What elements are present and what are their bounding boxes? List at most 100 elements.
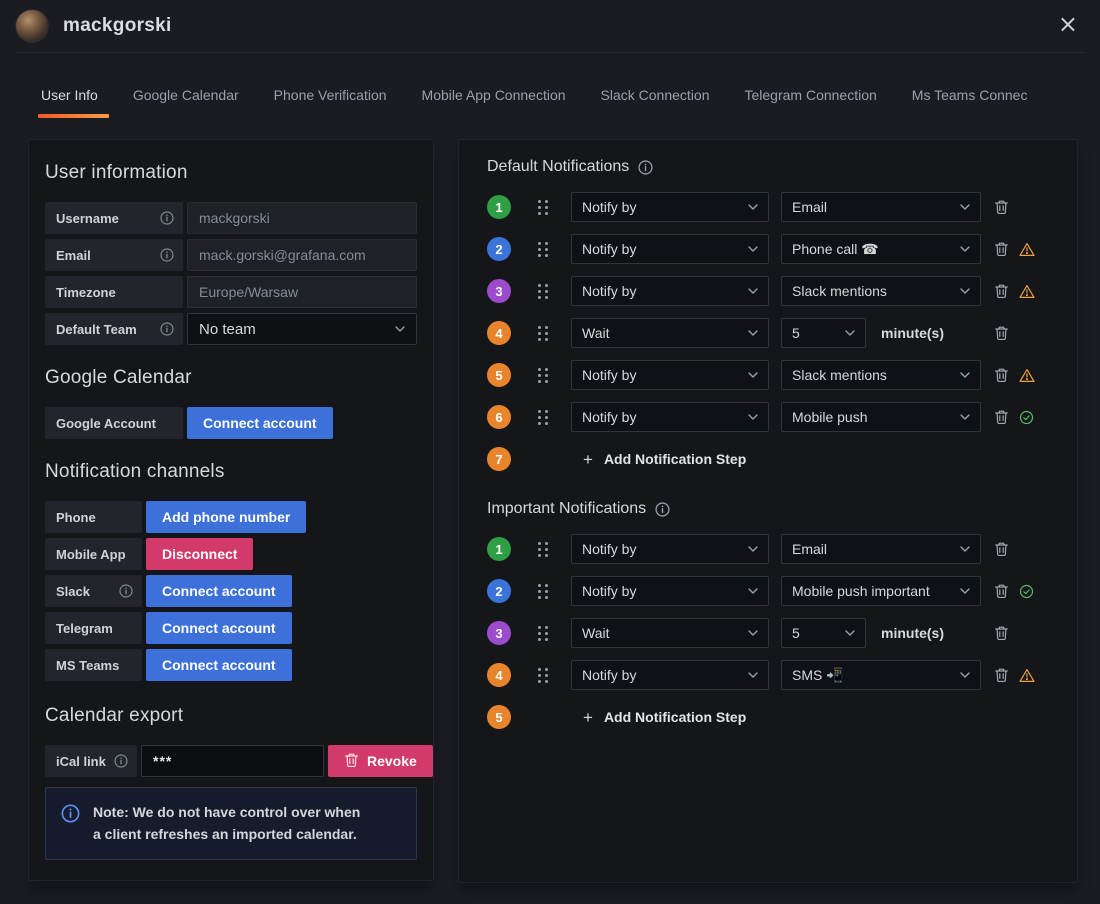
delete-step-icon[interactable] (994, 583, 1009, 599)
step-type-select[interactable]: Notify by (571, 576, 769, 606)
notification-step-row: 3 Notify by Slack mentions (487, 276, 1057, 306)
tab-user-info[interactable]: User Info (38, 85, 109, 118)
step-type-select[interactable]: Notify by (571, 234, 769, 264)
step-type-select[interactable]: Notify by (571, 660, 769, 690)
notify-channel-select[interactable]: Email (781, 534, 981, 564)
notify-channel-select[interactable]: Slack mentions (781, 360, 981, 390)
disconnect-button[interactable]: Disconnect (146, 538, 254, 570)
important-notifications-steps: 1 Notify by Email 2 Notify by Mobile push imp… (487, 534, 1057, 732)
channel-label: Mobile App (45, 538, 142, 570)
step-number-badge: 4 (487, 663, 511, 687)
drag-handle[interactable] (536, 325, 549, 341)
connect-account-button[interactable]: Connect account (146, 575, 292, 607)
timezone-field: Europe/Warsaw (187, 276, 417, 308)
notify-channel-select[interactable]: Phone call ☎ (781, 234, 981, 264)
tab-ms-teams-connec[interactable]: Ms Teams Connec (911, 85, 1029, 118)
drag-handle[interactable] (536, 625, 549, 641)
add-notification-step-button[interactable]: + Add Notification Step (583, 709, 746, 726)
info-icon[interactable] (160, 322, 174, 336)
success-check-icon (1019, 584, 1034, 599)
notify-channel-select[interactable]: SMS 📲 (781, 660, 981, 690)
step-type-select[interactable]: Wait (571, 318, 769, 348)
tab-google-calendar[interactable]: Google Calendar (132, 85, 240, 118)
delete-step-icon[interactable] (994, 199, 1009, 215)
tab-mobile-app-connection[interactable]: Mobile App Connection (421, 85, 567, 118)
channel-label: Phone (45, 501, 142, 533)
step-type-select[interactable]: Notify by (571, 402, 769, 432)
add-phone-number-button[interactable]: Add phone number (146, 501, 307, 533)
notification-step-row: 2 Notify by Phone call ☎ (487, 234, 1057, 264)
notify-channel-select[interactable]: Mobile push (781, 402, 981, 432)
important-notifications-heading: Important Notifications (487, 500, 1057, 518)
wait-duration-select[interactable]: 5 (781, 618, 866, 648)
modal-header: mackgorski × (0, 0, 1100, 52)
drag-handle[interactable] (536, 409, 549, 425)
wait-duration-select[interactable]: 5 (781, 318, 866, 348)
channel-row: Telegram Connect account (45, 612, 417, 644)
delete-step-icon[interactable] (994, 367, 1009, 383)
field-row: Timezone Europe/Warsaw (45, 276, 417, 308)
connect-google-account-button[interactable]: Connect account (187, 407, 333, 439)
notify-channel-select[interactable]: Slack mentions (781, 276, 981, 306)
warning-icon (1019, 368, 1035, 383)
tab-bar: User Info Google Calendar Phone Verificati… (0, 85, 1100, 118)
info-icon[interactable] (119, 584, 133, 598)
delete-step-icon[interactable] (994, 409, 1009, 425)
delete-step-icon[interactable] (994, 241, 1009, 257)
info-icon[interactable] (655, 501, 670, 517)
connect-account-button[interactable]: Connect account (146, 649, 292, 681)
chevron-down-icon (740, 630, 758, 636)
user-avatar (16, 10, 48, 42)
chevron-down-icon (740, 546, 758, 552)
step-type-select[interactable]: Notify by (571, 534, 769, 564)
step-type-select[interactable]: Notify by (571, 192, 769, 222)
connect-account-button[interactable]: Connect account (146, 612, 292, 644)
notification-step-row: 1 Notify by Email (487, 192, 1057, 222)
chevron-down-icon (740, 204, 758, 210)
step-number-badge: 1 (487, 195, 511, 219)
ical-link-value: *** (141, 745, 324, 777)
add-notification-step-button[interactable]: + Add Notification Step (583, 451, 746, 468)
chevron-down-icon (952, 414, 970, 420)
delete-step-icon[interactable] (994, 541, 1009, 557)
chevron-down-icon (740, 246, 758, 252)
delete-step-icon[interactable] (994, 667, 1009, 683)
channel-label: Slack (45, 575, 142, 607)
step-number-badge: 4 (487, 321, 511, 345)
drag-handle[interactable] (536, 667, 549, 683)
tab-telegram-connection[interactable]: Telegram Connection (743, 85, 877, 118)
notification-step-row: 7 + Add Notification Step (487, 444, 1057, 474)
drag-handle[interactable] (536, 541, 549, 557)
email-field: mack.gorski@grafana.com (187, 239, 417, 271)
field-label: Email (45, 239, 183, 271)
notify-channel-select[interactable]: Email (781, 192, 981, 222)
drag-handle[interactable] (536, 283, 549, 299)
drag-handle[interactable] (536, 367, 549, 383)
step-number-badge: 5 (487, 363, 511, 387)
close-icon[interactable]: × (1058, 12, 1078, 36)
step-type-select[interactable]: Wait (571, 618, 769, 648)
delete-step-icon[interactable] (994, 625, 1009, 641)
info-icon[interactable] (160, 248, 174, 262)
drag-handle[interactable] (536, 241, 549, 257)
step-number-badge: 6 (487, 405, 511, 429)
delete-step-icon[interactable] (994, 325, 1009, 341)
notification-step-row: 4 Notify by SMS 📲 (487, 660, 1057, 690)
info-icon[interactable] (638, 159, 653, 175)
step-type-select[interactable]: Notify by (571, 276, 769, 306)
default-team-select[interactable]: No team (187, 313, 417, 345)
notification-step-row: 1 Notify by Email (487, 534, 1057, 564)
step-type-select[interactable]: Notify by (571, 360, 769, 390)
user-settings-panel: User information Username mackgorski Email… (28, 139, 434, 881)
delete-step-icon[interactable] (994, 283, 1009, 299)
info-icon[interactable] (114, 754, 128, 768)
chevron-down-icon (952, 372, 970, 378)
info-icon[interactable] (160, 211, 174, 225)
tab-phone-verification[interactable]: Phone Verification (273, 85, 388, 118)
revoke-button[interactable]: Revoke (328, 745, 433, 777)
notify-channel-select[interactable]: Mobile push important (781, 576, 981, 606)
drag-handle[interactable] (536, 199, 549, 215)
tab-slack-connection[interactable]: Slack Connection (600, 85, 711, 118)
chevron-down-icon (740, 672, 758, 678)
drag-handle[interactable] (536, 583, 549, 599)
